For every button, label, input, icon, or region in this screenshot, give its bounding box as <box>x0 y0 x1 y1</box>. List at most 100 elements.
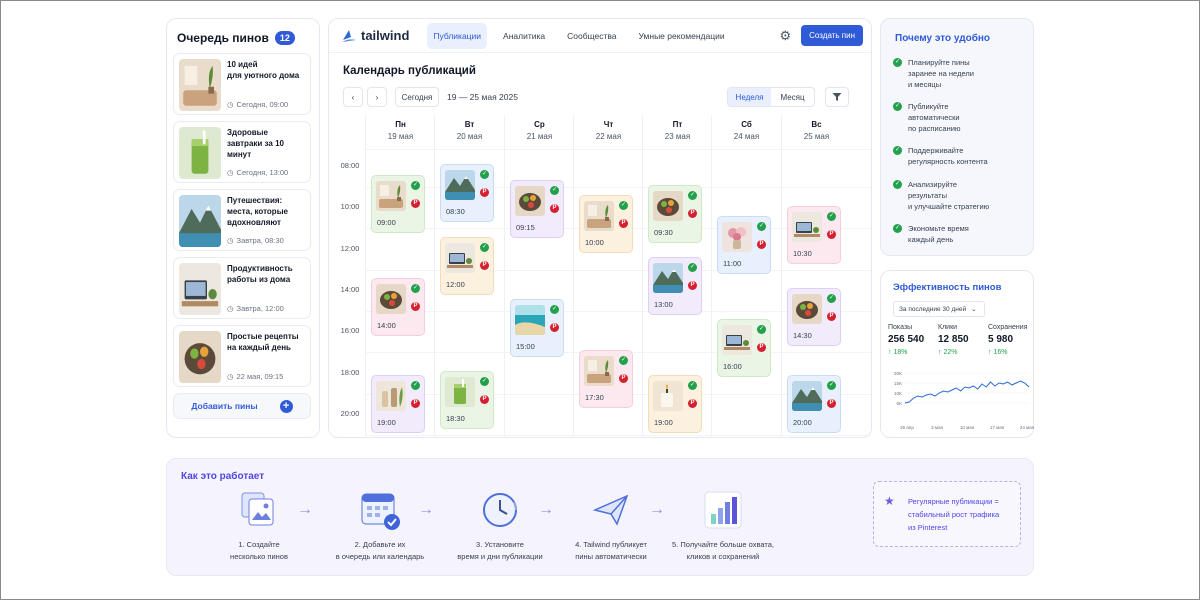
check-icon: ✓ <box>688 381 697 390</box>
tab-communities[interactable]: Сообщества <box>561 23 622 49</box>
today-button[interactable]: Сегодня <box>395 87 439 107</box>
prev-week-button[interactable]: ‹ <box>343 87 363 107</box>
pinterest-icon: P <box>619 374 628 384</box>
day-column-divider <box>642 149 643 435</box>
pin-thumbnail <box>653 381 683 411</box>
queue-item-time: ◷ Сегодня, 09:00 <box>227 100 299 109</box>
filter-button[interactable] <box>825 87 849 107</box>
scheduled-pin[interactable]: ✓ P 19:00 <box>371 375 425 433</box>
stat-label: Сохранения <box>988 324 1028 331</box>
pin-thumbnail <box>792 381 822 411</box>
why-item-text: Экономьте время каждый день <box>908 224 969 244</box>
scheduled-pin[interactable]: ✓ P 15:00 <box>510 298 564 357</box>
top-nav: tailwind Публикации Аналитика Сообщества… <box>329 19 871 53</box>
check-icon: ✓ <box>893 224 902 233</box>
pin-time: 10:00 <box>585 238 604 248</box>
why-title: Почему это удобно <box>895 33 991 44</box>
scheduled-pin[interactable]: ✓ P 18:30 <box>440 370 494 429</box>
period-select[interactable]: За последние 30 дней ⌄ <box>893 301 985 317</box>
add-pins-button[interactable]: Добавить пины + <box>173 393 311 419</box>
queue-item-body: Простые рецепты на каждый день ◷ 22 мая, … <box>227 331 299 381</box>
clock-icon: ◷ <box>227 372 234 381</box>
check-icon: ✓ <box>757 325 766 335</box>
scheduled-pin[interactable]: ✓ P 19:00 <box>648 375 702 433</box>
day-column-divider <box>504 149 505 435</box>
tab-smart-recommendations[interactable]: Умные рекомендации <box>633 23 731 49</box>
pin-time: 19:00 <box>377 418 396 427</box>
pinterest-icon: P <box>688 208 697 218</box>
queue-item-time: ◷ Сегодня, 13:00 <box>227 168 305 177</box>
chevron-down-icon: ⌄ <box>971 306 977 313</box>
scheduled-pin[interactable]: ✓ P 13:00 <box>648 257 702 316</box>
pin-queue-panel: Очередь пинов 12 10 идей для уютного дом… <box>166 18 320 438</box>
queue-item-body: Путешествия: места, которые вдохновляют … <box>227 195 288 245</box>
check-icon: ✓ <box>827 381 836 390</box>
gear-icon[interactable]: ⚙ <box>780 28 792 44</box>
scheduled-pin[interactable]: ✓ P 20:00 <box>787 375 841 433</box>
chevron-right-icon: › <box>375 92 379 102</box>
scheduled-pin[interactable]: ✓ P 11:00 <box>717 215 771 274</box>
filter-icon <box>832 93 842 101</box>
pin-thumbnail <box>584 201 614 232</box>
why-item: ✓ Экономьте время каждый день <box>893 223 1018 245</box>
add-pins-label: Добавить пины <box>191 401 258 411</box>
pin-time: 14:00 <box>377 320 396 330</box>
scheduled-pin[interactable]: ✓ P 17:30 <box>579 350 633 409</box>
series-line <box>904 380 1030 404</box>
pin-thumbnail <box>515 304 545 335</box>
check-icon: ✓ <box>893 180 902 189</box>
create-pin-button[interactable]: Создать пин <box>801 25 863 46</box>
pin-thumbnail <box>792 211 822 242</box>
arrow-right-icon: → <box>418 501 434 518</box>
pin-thumbnail <box>376 180 406 211</box>
scheduled-pin[interactable]: ✓ P 10:00 <box>579 195 633 254</box>
why-item-text: Поддерживайте регулярность контента <box>908 146 988 166</box>
queue-item[interactable]: Путешествия: места, которые вдохновляют … <box>173 189 311 251</box>
how-title: Как это работает <box>181 471 265 482</box>
scheduled-pin[interactable]: ✓ P 08:30 <box>440 164 494 223</box>
queue-item[interactable]: Здоровые завтраки за 10 минут ◷ Сегодня, … <box>173 121 311 183</box>
day-date: 22 мая <box>595 132 622 141</box>
next-week-button[interactable]: › <box>367 87 387 107</box>
day-name: Пн <box>395 120 406 129</box>
tailwind-logo[interactable]: tailwind <box>341 28 409 44</box>
check-icon: ✓ <box>411 283 420 293</box>
queue-item-time: ◷ Завтра, 12:00 <box>227 304 293 313</box>
scheduled-pin[interactable]: ✓ P 14:00 <box>371 277 425 336</box>
scheduled-pin[interactable]: ✓ P 09:30 <box>648 184 702 243</box>
view-week-button[interactable]: Неделя <box>728 88 771 106</box>
main-panel: tailwind Публикации Аналитика Сообщества… <box>328 18 872 438</box>
queue-item[interactable]: Продуктивность работы из дома ◷ Завтра, 1… <box>173 257 311 319</box>
stat-delta: ↑ 22% <box>938 349 958 356</box>
scheduled-pin[interactable]: ✓ P 10:30 <box>787 205 841 264</box>
scheduled-pin[interactable]: ✓ P 12:00 <box>440 236 494 295</box>
check-icon: ✓ <box>480 242 489 252</box>
day-name: Пт <box>672 120 683 129</box>
scheduled-pin[interactable]: ✓ P 16:00 <box>717 319 771 378</box>
pin-thumbnail <box>445 170 475 201</box>
day-date: 24 мая <box>733 132 760 141</box>
efficiency-title: Эффективность пинов <box>893 282 1002 293</box>
pinterest-icon: P <box>411 198 420 208</box>
pin-thumbnail <box>179 331 221 383</box>
day-column-divider <box>781 149 782 435</box>
how-step: 3. Установите время и дни публикации <box>445 485 555 563</box>
tab-publications[interactable]: Публикации <box>427 22 488 49</box>
pin-time: 16:00 <box>723 362 742 372</box>
tab-analytics[interactable]: Аналитика <box>497 23 551 49</box>
scheduled-pin[interactable]: ✓ P 09:15 <box>510 179 564 238</box>
why-item-text: Публикуйте автоматически по расписанию <box>908 102 961 133</box>
queue-item[interactable]: Простые рецепты на каждый день ◷ 22 мая, … <box>173 325 311 387</box>
scheduled-pin[interactable]: ✓ P 09:00 <box>371 174 425 233</box>
check-icon: ✓ <box>411 381 420 390</box>
queue-item[interactable]: 10 идей для уютного дома ◷ Сегодня, 09:00 <box>173 53 311 115</box>
clock-icon: ◷ <box>227 100 234 109</box>
check-icon: ✓ <box>480 376 489 386</box>
view-month-button[interactable]: Месяц <box>771 88 814 106</box>
day-date: 25 мая <box>803 132 830 141</box>
queue-item-time-text: Сегодня, 13:00 <box>236 168 289 177</box>
scheduled-pin[interactable]: ✓ P 14:30 <box>787 288 841 347</box>
stat-block: Сохранения 5 980 ↑ 16% <box>988 324 1027 356</box>
queue-title: Очередь пинов <box>177 31 269 45</box>
pin-time: 10:30 <box>793 248 812 258</box>
